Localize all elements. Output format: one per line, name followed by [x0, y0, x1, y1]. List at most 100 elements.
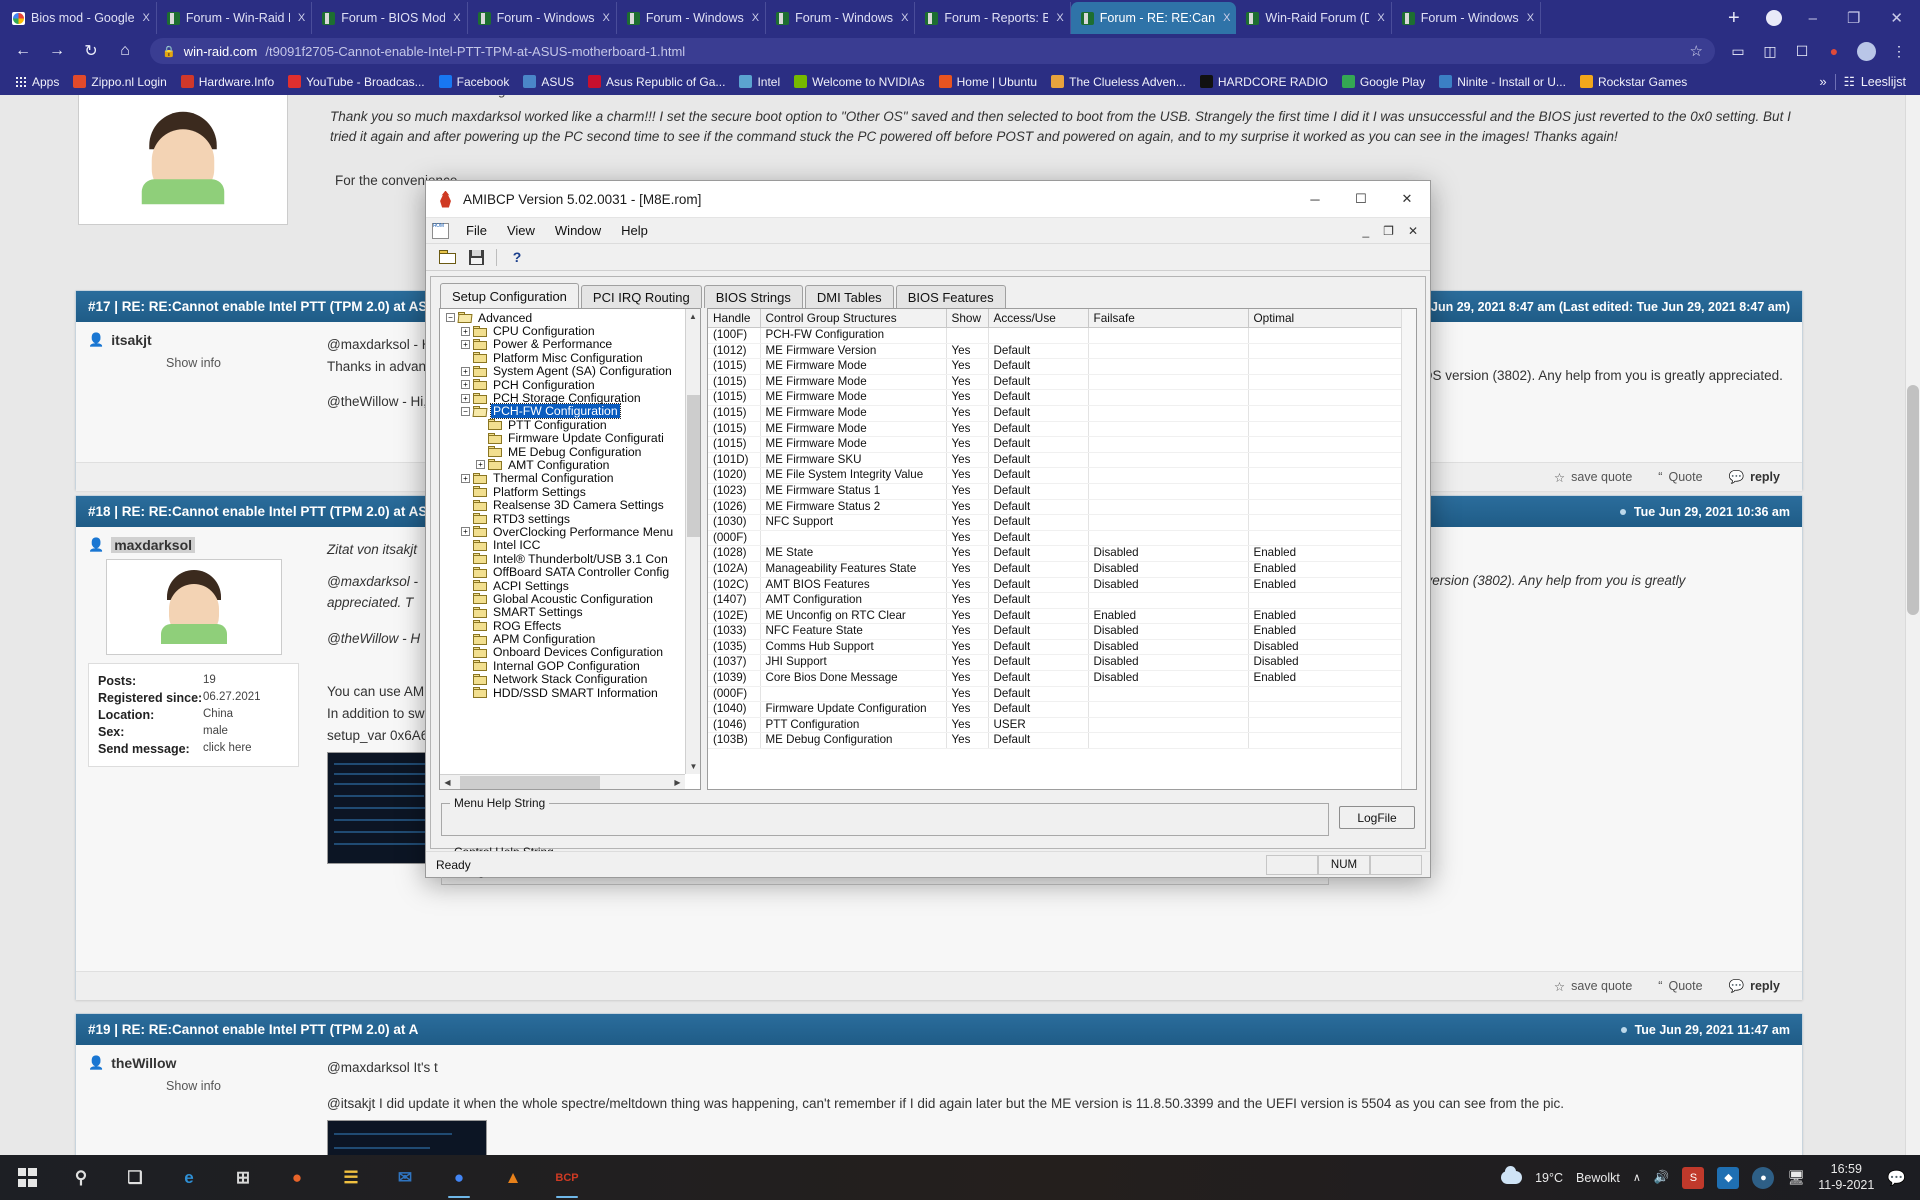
- amibcp-close-button[interactable]: ✕: [1384, 181, 1430, 218]
- tree-expander-plus-icon[interactable]: +: [461, 366, 470, 376]
- tree-scroll-right-icon[interactable]: ▶: [670, 775, 685, 789]
- grid-col-handle[interactable]: Handle: [708, 309, 761, 328]
- bookmarks-overflow-icon[interactable]: »: [1819, 74, 1826, 89]
- bookmark-9[interactable]: Home | Ubuntu: [932, 73, 1045, 91]
- tree-expander-plus-icon[interactable]: +: [461, 380, 470, 390]
- tree-node-rog-effects[interactable]: ROG Effects: [440, 619, 685, 633]
- amibcp-tab-bios-strings[interactable]: BIOS Strings: [703, 285, 803, 308]
- show-info-link-17[interactable]: Show info: [88, 356, 299, 370]
- tree-node-cpu-configuration[interactable]: + CPU Configuration: [440, 324, 685, 338]
- bookmark-13[interactable]: Ninite - Install or U...: [1432, 73, 1573, 91]
- tree-node-intel-thunderbolt-usb-3-1-con[interactable]: Intel® Thunderbolt/USB 3.1 Con: [440, 552, 685, 566]
- reload-icon[interactable]: ↻: [74, 37, 108, 65]
- browser-tab-close-8[interactable]: X: [1375, 12, 1384, 24]
- browser-tab-9[interactable]: Forum - Windows X: [1392, 2, 1542, 34]
- tree-horizontal-scrollbar[interactable]: ◀ ▶: [440, 774, 685, 789]
- grid-row[interactable]: (102A) Manageability Features State Yes Def…: [708, 561, 1416, 578]
- grid-row[interactable]: (1030) NFC Support Yes Default: [708, 514, 1416, 531]
- taskbar-vlc-icon[interactable]: ▲: [486, 1155, 540, 1200]
- tree-expander-plus-icon[interactable]: +: [476, 460, 485, 470]
- grid-row[interactable]: (1012) ME Firmware Version Yes Default: [708, 343, 1416, 360]
- window-maximize-button[interactable]: ❐: [1834, 9, 1873, 27]
- quote-button-17[interactable]: “ Quote: [1658, 470, 1702, 484]
- tree-expander-plus-icon[interactable]: +: [461, 527, 470, 537]
- browser-tab-3[interactable]: Forum - Windows X: [468, 2, 617, 34]
- tree-node-hdd-ssd-smart-information[interactable]: HDD/SSD SMART Information: [440, 686, 685, 700]
- post-author-name-18[interactable]: maxdarksol: [111, 537, 196, 553]
- grid-row[interactable]: (100F) PCH-FW Configuration: [708, 327, 1416, 344]
- tree-node-apm-configuration[interactable]: APM Configuration: [440, 632, 685, 646]
- tree-expander-plus-icon[interactable]: +: [461, 473, 470, 483]
- browser-tab-4[interactable]: Forum - Windows X: [617, 2, 767, 34]
- notification-icon[interactable]: 💬: [1887, 1169, 1906, 1187]
- home-icon[interactable]: ⌂: [108, 37, 142, 65]
- tree-node-acpi-settings[interactable]: ACPI Settings: [440, 579, 685, 593]
- grid-row[interactable]: (1039) Core Bios Done Message Yes Default Di…: [708, 670, 1416, 687]
- taskbar-firefox-icon[interactable]: ●: [270, 1155, 324, 1200]
- grid-row[interactable]: (1035) Comms Hub Support Yes Default Disable…: [708, 639, 1416, 656]
- taskbar-mail-icon[interactable]: ✉: [378, 1155, 432, 1200]
- address-bar[interactable]: 🔒 win-raid.com/t9091f2705-Cannot-enable-…: [150, 38, 1715, 64]
- save-quote-button-18[interactable]: ☆ save quote: [1554, 979, 1632, 994]
- tray-expand-icon[interactable]: ∧: [1633, 1171, 1641, 1184]
- save-icon[interactable]: [463, 246, 489, 269]
- grid-row[interactable]: (1015) ME Firmware Mode Yes Default: [708, 421, 1416, 438]
- reading-list-label[interactable]: Leeslijst: [1861, 75, 1906, 89]
- tree-node-platform-misc-configuration[interactable]: Platform Misc Configuration: [440, 351, 685, 365]
- tree-node-internal-gop-configuration[interactable]: Internal GOP Configuration: [440, 659, 685, 673]
- menu-window[interactable]: Window: [545, 220, 611, 241]
- taskbar-amibcp-icon[interactable]: BCP: [540, 1155, 594, 1200]
- grid-row[interactable]: (1015) ME Firmware Mode Yes Default: [708, 389, 1416, 406]
- post-author-name-17[interactable]: itsakjt: [111, 332, 151, 348]
- grid-row[interactable]: (102E) ME Unconfig on RTC Clear Yes Default…: [708, 608, 1416, 625]
- tree-node-me-debug-configuration[interactable]: ME Debug Configuration: [440, 445, 685, 459]
- taskbar-chrome-icon[interactable]: ●: [432, 1155, 486, 1200]
- logfile-button[interactable]: LogFile: [1339, 806, 1415, 829]
- taskbar-explorer-icon[interactable]: ☰: [324, 1155, 378, 1200]
- tree-node-pch-fw-configuration[interactable]: − PCH-FW Configuration: [440, 403, 685, 420]
- open-icon[interactable]: [434, 246, 460, 269]
- menu-help[interactable]: Help: [611, 220, 658, 241]
- bookmark-7[interactable]: Intel: [732, 73, 787, 91]
- bookmark-6[interactable]: Asus Republic of Ga...: [581, 73, 732, 91]
- blue-flame-icon[interactable]: ◆: [1717, 1166, 1740, 1189]
- rom-document-icon[interactable]: [432, 222, 449, 239]
- grid-row[interactable]: (1028) ME State Yes Default Disabled Enabled: [708, 545, 1416, 562]
- grid-row[interactable]: (1015) ME Firmware Mode Yes Default: [708, 374, 1416, 391]
- browser-tab-6[interactable]: Forum - Reports: B X: [915, 2, 1071, 34]
- tree-expander-minus-icon[interactable]: −: [446, 313, 455, 323]
- browser-tab-close-2[interactable]: X: [451, 12, 460, 24]
- grid-row[interactable]: (000F) Yes Default: [708, 530, 1416, 547]
- windows-start-icon[interactable]: [0, 1168, 54, 1187]
- tree-expander-minus-icon[interactable]: −: [461, 406, 470, 416]
- grid-col-optimal[interactable]: Optimal: [1248, 309, 1416, 328]
- browser-tab-2[interactable]: Forum - BIOS Mod X: [312, 2, 468, 34]
- forward-icon[interactable]: →: [40, 37, 74, 65]
- menu-icon[interactable]: ⋮: [1884, 38, 1914, 64]
- grid-col-show[interactable]: Show: [946, 309, 989, 328]
- browser-tab-close-4[interactable]: X: [750, 12, 759, 24]
- browser-tab-5[interactable]: Forum - Windows X: [766, 2, 916, 34]
- post-author-19[interactable]: 👤 theWillow: [88, 1055, 299, 1071]
- control-grid[interactable]: Handle Control Group Structures Show Access…: [707, 308, 1417, 790]
- tree-node-power-performance[interactable]: + Power & Performance: [440, 337, 685, 351]
- tree-node-overclocking-performance-menu[interactable]: + OverClocking Performance Menu: [440, 525, 685, 539]
- bookmark-14[interactable]: Rockstar Games: [1573, 73, 1694, 91]
- grid-row[interactable]: (1033) NFC Feature State Yes Default Disable…: [708, 623, 1416, 640]
- taskbar-store-icon[interactable]: ⊞: [216, 1155, 270, 1200]
- menu-file[interactable]: File: [456, 220, 497, 241]
- mdi-restore-button[interactable]: ❐: [1376, 224, 1401, 238]
- network-icon[interactable]: 🖥: [1787, 1169, 1805, 1186]
- tree-node-amt-configuration[interactable]: + AMT Configuration: [440, 458, 685, 472]
- page-scrollbar[interactable]: [1905, 95, 1920, 1155]
- embedded-screenshot-19[interactable]: [327, 1120, 487, 1155]
- bookmark-4[interactable]: Facebook: [432, 73, 517, 91]
- grid-row[interactable]: (101D) ME Firmware SKU Yes Default: [708, 452, 1416, 469]
- post-author-17[interactable]: 👤 itsakjt: [88, 332, 299, 348]
- speaker-icon[interactable]: 🔊: [1654, 1170, 1670, 1185]
- browser-tab-close-7[interactable]: X: [1221, 12, 1230, 24]
- grid-vertical-scrollbar[interactable]: [1401, 309, 1416, 789]
- grid-row[interactable]: (1037) JHI Support Yes Default Disabled Disab…: [708, 654, 1416, 672]
- taskbar-task-view-icon[interactable]: ❑: [108, 1155, 162, 1200]
- help-icon[interactable]: ?: [504, 246, 530, 269]
